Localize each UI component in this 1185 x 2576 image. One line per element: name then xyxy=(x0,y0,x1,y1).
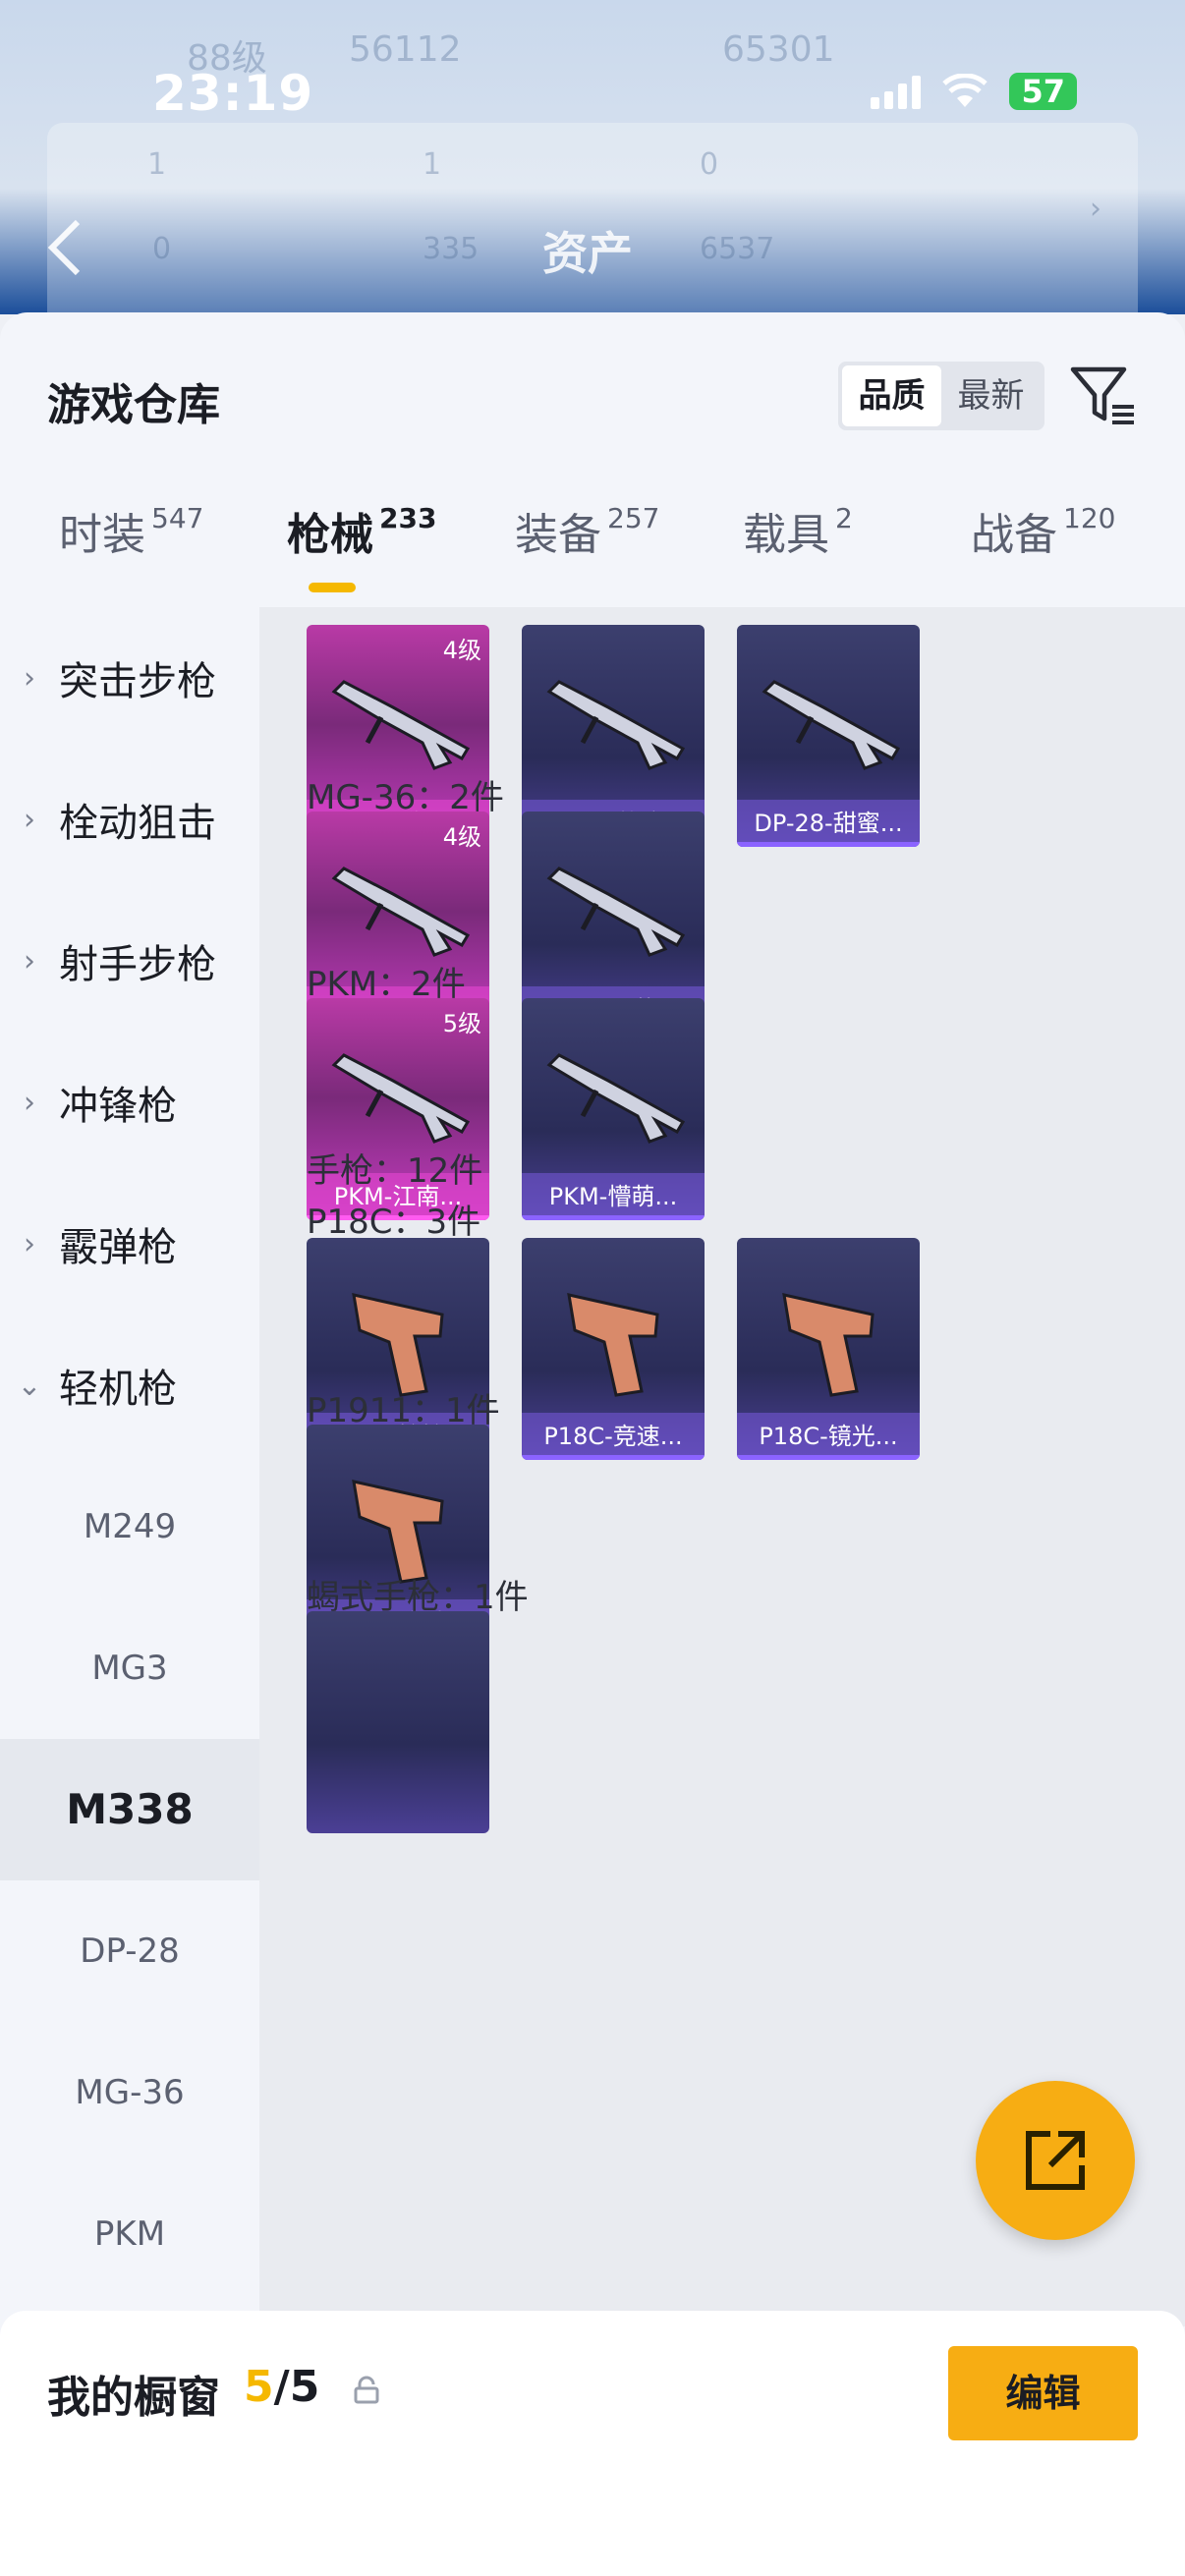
skin-name: P18C-镜光... xyxy=(737,1413,920,1460)
ghost-value: 65301 xyxy=(722,29,835,70)
background-header: 88级 56112 65301 1 1 0 0 335 6537 23:19 5… xyxy=(0,0,1185,314)
skin-card[interactable]: PKM-懵萌... xyxy=(522,998,705,1220)
showcase-bar: 我的橱窗 5/5 编辑 xyxy=(0,2311,1185,2576)
ghost-value: 0 xyxy=(152,232,172,266)
active-tab-indicator xyxy=(309,583,356,592)
chevron-right-icon: › xyxy=(24,660,35,696)
pistol-icon xyxy=(567,1293,659,1397)
ghost-value: 1 xyxy=(423,147,442,182)
wifi-icon xyxy=(942,74,988,107)
skin-name: PKM-懵萌... xyxy=(522,1173,705,1220)
back-arrow-icon[interactable] xyxy=(44,218,84,277)
sheet-title: 游戏仓库 xyxy=(47,380,220,430)
sort-toggle[interactable]: 品质 最新 xyxy=(838,362,1044,430)
rifle-icon xyxy=(331,867,471,957)
showcase-label: 我的橱窗 xyxy=(47,2373,220,2423)
tab-equipment[interactable]: 装备 257 xyxy=(515,499,659,562)
ghost-value: 56112 xyxy=(349,29,462,70)
group-label: 手枪：12件 xyxy=(307,1151,483,1191)
chevron-right-icon: › xyxy=(24,802,35,837)
tab-fashion[interactable]: 时装 547 xyxy=(59,499,203,562)
sidebar-item-assault-rifle[interactable]: › 突击步枪 xyxy=(0,607,259,749)
rifle-icon xyxy=(546,867,686,957)
sidebar-sub-item[interactable]: DP-28 xyxy=(0,1880,259,2022)
chevron-right-icon: › xyxy=(24,943,35,979)
skin-card[interactable]: P18C-镜光... xyxy=(737,1238,920,1460)
sidebar-item-lmg[interactable]: ⌄ 轻机枪 xyxy=(0,1315,259,1456)
rifle-icon xyxy=(546,680,686,770)
status-time: 23:19 xyxy=(152,65,314,122)
sidebar-sub-item[interactable]: M249 xyxy=(0,1456,259,1597)
sidebar-item-bolt-sniper[interactable]: › 栓动狙击 xyxy=(0,749,259,890)
status-icons: 57 xyxy=(871,73,1077,110)
group-label: P18C：3件 xyxy=(307,1203,481,1242)
sidebar-sub-item[interactable]: PKM xyxy=(0,2163,259,2305)
ghost-value: 6537 xyxy=(700,232,775,266)
showcase-count: 5/5 xyxy=(244,2362,320,2412)
rifle-icon xyxy=(546,1053,686,1144)
sidebar-sub-item[interactable]: MG3 xyxy=(0,1597,259,1739)
level-badge: 4级 xyxy=(442,637,481,664)
external-link-icon xyxy=(1026,2131,1085,2190)
warehouse-sheet: 游戏仓库 品质 最新 时装 547 枪械 233 装备 257 载具 2 战备 120 ›… xyxy=(0,312,1185,2576)
pistol-icon xyxy=(782,1293,875,1397)
sidebar-sub-item-selected[interactable]: M338 xyxy=(0,1739,259,1880)
level-badge: 4级 xyxy=(442,823,481,851)
quality-bar xyxy=(522,1455,705,1460)
sidebar-item-shotgun[interactable]: › 霰弹枪 xyxy=(0,1173,259,1315)
page-title: 资产 xyxy=(542,227,633,280)
sidebar-sub-item[interactable]: MG-36 xyxy=(0,2022,259,2163)
tab-supplies[interactable]: 战备 120 xyxy=(971,499,1115,562)
quality-bar xyxy=(737,842,920,847)
sidebar-item-smg[interactable]: › 冲锋枪 xyxy=(0,1032,259,1173)
category-tabs: 时装 547 枪械 233 装备 257 载具 2 战备 120 xyxy=(0,499,1185,607)
sidebar-item-marksman-rifle[interactable]: › 射手步枪 xyxy=(0,890,259,1032)
sort-newest-option[interactable]: 最新 xyxy=(941,365,1041,426)
weapon-skin-grid: 4级DP-28-豹影...DP-28-焰鹰...DP-28-甜蜜...MG-36… xyxy=(259,607,1185,2326)
sort-quality-option[interactable]: 品质 xyxy=(842,365,941,426)
filter-icon[interactable] xyxy=(1069,362,1138,430)
rifle-icon xyxy=(331,1053,471,1144)
quality-bar xyxy=(737,1455,920,1460)
tab-vehicles[interactable]: 载具 2 xyxy=(743,499,853,562)
weapon-category-sidebar: › 突击步枪 › 栓动狙击 › 射手步枪 › 冲锋枪 › 霰弹枪 ⌄ 轻机枪 M… xyxy=(0,607,259,2376)
skin-card[interactable] xyxy=(307,1611,489,1833)
edit-button[interactable]: 编辑 xyxy=(948,2346,1138,2440)
ghost-value: 0 xyxy=(700,147,719,182)
cellular-signal-icon xyxy=(871,74,922,109)
pistol-icon xyxy=(352,1293,444,1397)
ghost-value: 335 xyxy=(423,232,480,266)
rifle-icon xyxy=(762,680,901,770)
chevron-right-icon: › xyxy=(24,1085,35,1120)
rifle-icon xyxy=(331,680,471,770)
pistol-icon xyxy=(352,1480,444,1584)
tab-firearms[interactable]: 枪械 233 xyxy=(287,499,436,562)
skin-card[interactable]: P18C-竞速... xyxy=(522,1238,705,1460)
chevron-down-icon: ⌄ xyxy=(17,1368,42,1403)
battery-indicator: 57 xyxy=(1009,73,1077,110)
skin-name: P18C-竞速... xyxy=(522,1413,705,1460)
ghost-value: 1 xyxy=(147,147,167,182)
chevron-right-icon[interactable]: › xyxy=(1090,192,1101,226)
skin-card[interactable]: DP-28-甜蜜... xyxy=(737,625,920,847)
share-button[interactable] xyxy=(976,2081,1135,2240)
chevron-right-icon: › xyxy=(24,1226,35,1261)
skin-name: DP-28-甜蜜... xyxy=(737,800,920,847)
lock-icon xyxy=(354,2376,379,2404)
quality-bar xyxy=(522,1215,705,1220)
level-badge: 5级 xyxy=(442,1010,481,1037)
